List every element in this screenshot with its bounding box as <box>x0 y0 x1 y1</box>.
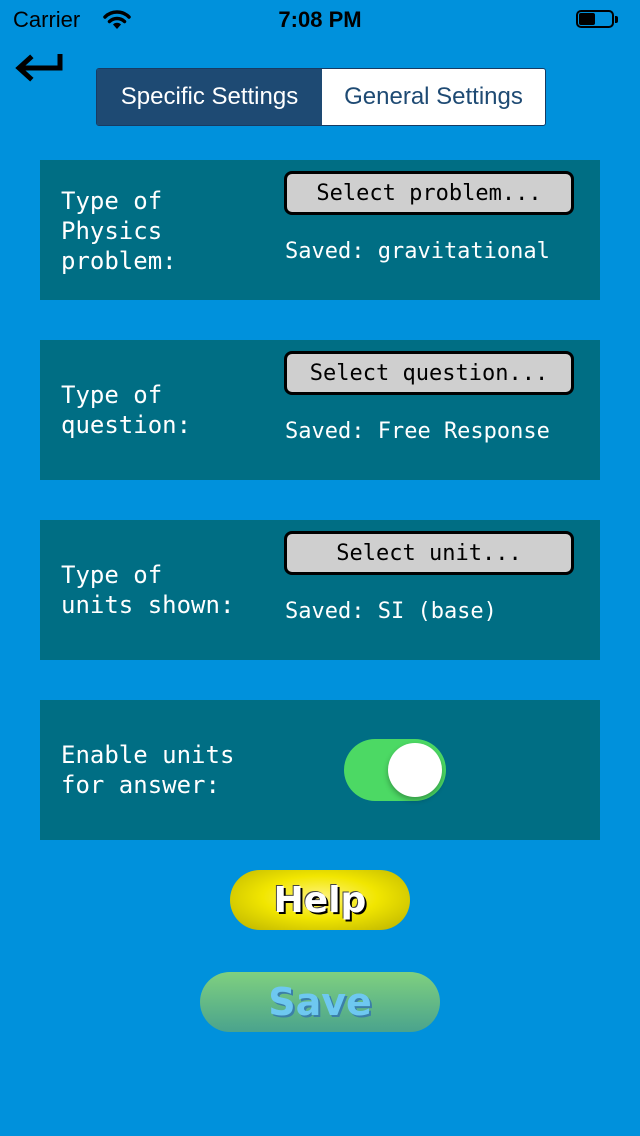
problem-type-card: Type of Physics problem: Select problem.… <box>40 160 600 300</box>
select-question-button[interactable]: Select question... <box>284 351 574 395</box>
clock: 7:08 PM <box>278 7 362 32</box>
problem-type-label: Type of Physics problem: <box>61 187 177 275</box>
saved-question-value: Saved: Free Response <box>285 419 550 444</box>
toggle-knob <box>388 743 442 797</box>
enable-units-toggle[interactable] <box>344 739 446 801</box>
select-problem-button[interactable]: Select problem... <box>284 171 574 215</box>
save-button[interactable]: Save <box>200 972 440 1032</box>
return-arrow-icon <box>15 54 63 82</box>
saved-problem-value: Saved: gravitational <box>285 239 550 264</box>
settings-tab-control: Specific Settings General Settings <box>96 68 546 126</box>
back-button[interactable] <box>14 48 66 88</box>
select-unit-button[interactable]: Select unit... <box>284 531 574 575</box>
battery-icon <box>576 10 620 30</box>
question-type-label: Type of question: <box>61 381 192 439</box>
saved-unit-value: Saved: SI (base) <box>285 599 497 624</box>
enable-units-label: Enable units for answer: <box>61 741 235 799</box>
units-type-card: Type of units shown: Select unit... Save… <box>40 520 600 660</box>
question-type-card: Type of question: Select question... Sav… <box>40 340 600 480</box>
status-bar: Carrier 7:08 PM <box>0 0 640 40</box>
units-type-label: Type of units shown: <box>61 561 235 619</box>
tab-general-settings[interactable]: General Settings <box>322 69 545 125</box>
help-button[interactable]: Help <box>230 870 410 930</box>
tab-specific-settings[interactable]: Specific Settings <box>97 69 322 125</box>
enable-units-card: Enable units for answer: <box>40 700 600 840</box>
